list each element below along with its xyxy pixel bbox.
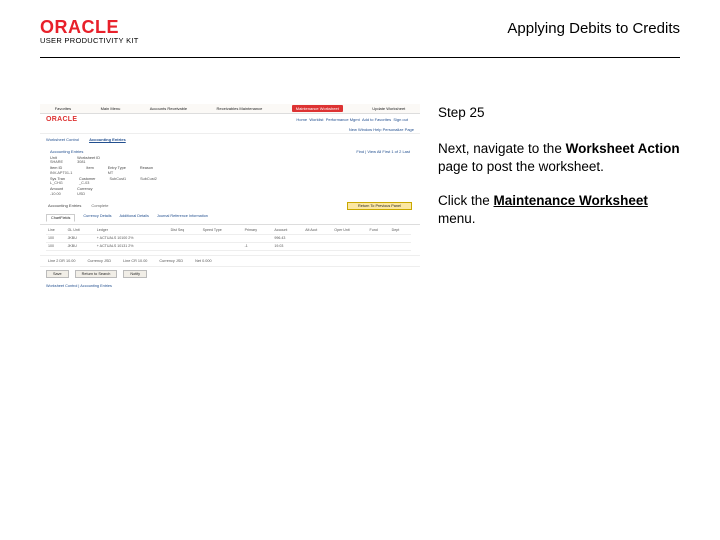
app-screenshot-thumb: Favorites Main Menu Accounts Receivable … xyxy=(40,104,420,294)
return-prev-btn: Return To Previous Panel xyxy=(347,202,412,210)
itab-currency: Currency Details xyxy=(83,214,111,222)
instruction-text: Next, navigate to the Worksheet Action p… xyxy=(438,140,680,176)
table-row: 100JKBU + ACTUALS 10131 2% -1 19.03 xyxy=(46,242,411,250)
mini-oracle-logo: ORACLE xyxy=(46,116,77,123)
table-row: 100JKBU + ACTUALS 10100 2% 996.43 xyxy=(46,234,411,242)
btn-save: Save xyxy=(46,270,69,278)
tab-acctg-entries: Accounting Entries xyxy=(89,137,126,142)
page-title: Applying Debits to Credits xyxy=(507,20,680,37)
crumb-maint-worksheet: Maintenance Worksheet xyxy=(292,105,343,112)
panel-title: Accounting Entries xyxy=(50,149,83,154)
instruction-pane: Step 25 Next, navigate to the Worksheet … xyxy=(438,104,680,245)
step-label: Step 25 xyxy=(438,104,680,122)
itab-journal: Journal Reference Information xyxy=(157,214,208,222)
brand-logo: ORACLE xyxy=(40,18,139,36)
crumb-favorites: Favorites xyxy=(55,106,71,111)
view-links: New Window Help Personalize Page xyxy=(40,126,420,134)
tab-wks-control: Worksheet Control xyxy=(46,137,79,142)
btn-notify: Notify xyxy=(123,270,147,278)
product-name: USER PRODUCTIVITY KIT xyxy=(40,37,139,45)
bottom-links: Worksheet Control | Accounting Entries xyxy=(40,281,420,291)
crumb-ar: Accounts Receivable xyxy=(150,106,187,111)
action-text: Click the Maintenance Worksheet menu. xyxy=(438,192,680,228)
panel-counter: Find | View All First 1 of 2 Last xyxy=(356,149,410,154)
entries-table: LineGL Unit LedgerDist Seq Speed TypePri… xyxy=(46,227,411,251)
itab-chartfields: ChartFields xyxy=(46,214,75,222)
link-fav: Add to Favorites xyxy=(362,117,391,122)
crumb-maintenance: Receivables Maintenance xyxy=(217,106,263,111)
crumb-update-worksheet: Update Worksheet xyxy=(372,106,405,111)
main: Favorites Main Menu Accounts Receivable … xyxy=(0,58,720,294)
itab-additional: Additional Details xyxy=(120,214,149,222)
crumb-main-menu: Main Menu xyxy=(101,106,121,111)
link-perf: Performance Mgmt xyxy=(326,117,360,122)
link-signout: Sign out xyxy=(393,117,408,122)
link-home: Home xyxy=(296,117,307,122)
acctg-status: Complete xyxy=(91,203,108,208)
header: ORACLE USER PRODUCTIVITY KIT Applying De… xyxy=(0,0,720,53)
logo-block: ORACLE USER PRODUCTIVITY KIT xyxy=(40,18,139,45)
acctg-label: Accounting Entries xyxy=(48,203,81,208)
btn-return-search: Return to Search xyxy=(75,270,118,278)
link-worklist: Worklist xyxy=(309,117,323,122)
